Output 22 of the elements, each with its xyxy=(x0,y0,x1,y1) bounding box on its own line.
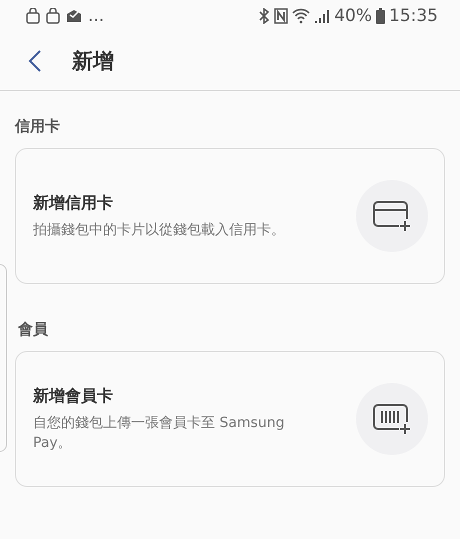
clock-time: 15:35 xyxy=(389,6,438,26)
card-add-icon xyxy=(372,199,412,233)
add-card-option[interactable]: 新增信用卡 拍攝錢包中的卡片以從錢包載入信用卡。 xyxy=(15,148,445,284)
shopping-bag-icon xyxy=(26,8,40,24)
option-title: 新增信用卡 xyxy=(33,192,114,214)
shopping-bag-icon xyxy=(46,8,60,24)
battery-percentage: 40% xyxy=(334,6,372,26)
nfc-icon xyxy=(274,8,288,24)
signal-icon xyxy=(314,8,330,24)
mail-icon xyxy=(66,9,82,23)
barcode-add-icon xyxy=(372,402,412,436)
section-label: 信用卡 xyxy=(15,116,61,137)
add-card-option[interactable]: 新增會員卡 自您的錢包上傳一張會員卡至 Samsung Pay。 xyxy=(15,351,445,487)
option-title: 新增會員卡 xyxy=(33,386,114,406)
section-label: 會員 xyxy=(17,319,49,340)
battery-icon xyxy=(376,8,385,24)
page-title: 新增 xyxy=(72,48,114,75)
option-description: 自您的錢包上傳一張會員卡至 Samsung Pay。 xyxy=(33,414,286,452)
option-description: 拍攝錢包中的卡片以從錢包載入信用卡。 xyxy=(33,220,286,240)
wifi-icon xyxy=(292,8,310,24)
bluetooth-icon xyxy=(258,8,270,24)
more-notifications: ... xyxy=(88,6,104,26)
